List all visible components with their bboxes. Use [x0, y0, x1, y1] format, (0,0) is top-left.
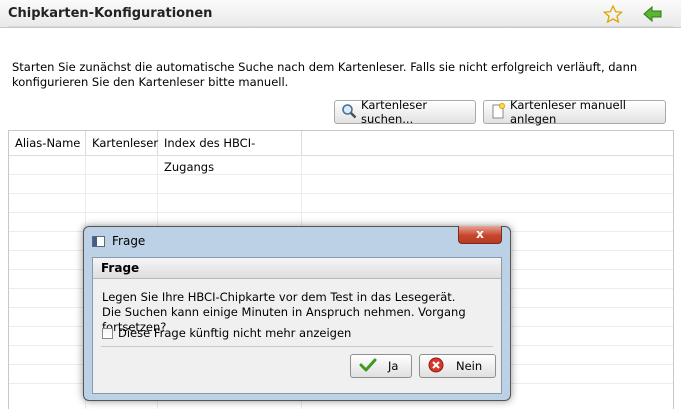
header-divider	[8, 26, 673, 27]
dialog-message-line1: Legen Sie Ihre HBCI-Chipkarte vor dem Te…	[102, 290, 456, 304]
back-arrow-icon[interactable]	[642, 4, 664, 24]
dialog-body: Frage Legen Sie Ihre HBCI-Chipkarte vor …	[92, 257, 502, 394]
table-header: Alias-Name Kartenleser Index des HBCI-Zu…	[9, 131, 673, 174]
table-row	[9, 193, 673, 194]
no-label: Nein	[456, 359, 483, 373]
manual-reader-label: Kartenleser manuell anlegen	[510, 98, 626, 126]
star-icon[interactable]	[602, 4, 624, 24]
intro-text: Starten Sie zunächst die automatische Su…	[12, 60, 638, 89]
close-button[interactable]: x	[458, 226, 502, 244]
yes-label: Ja	[388, 359, 399, 373]
close-icon: x	[476, 227, 484, 241]
page-title: Chipkarten-Konfigurationen	[8, 6, 213, 21]
table-row	[9, 174, 673, 175]
dialog-titlebar[interactable]: Frage x	[84, 226, 510, 255]
checkmark-icon	[359, 358, 377, 375]
dialog-window-title: Frage	[112, 234, 146, 248]
yes-button[interactable]: Ja	[350, 354, 412, 378]
column-alias-name[interactable]: Alias-Name	[9, 131, 86, 155]
new-document-icon	[490, 102, 506, 122]
dialog-divider	[101, 346, 493, 347]
cancel-icon	[428, 357, 444, 376]
question-dialog: Frage x Frage Legen Sie Ihre HBCI-Chipka…	[83, 226, 511, 401]
checkbox-label: Diese Frage künftig nicht mehr anzeigen	[118, 326, 352, 340]
column-kartenleser[interactable]: Kartenleser	[86, 131, 158, 155]
no-button[interactable]: Nein	[419, 354, 496, 378]
table-row	[9, 212, 673, 213]
view-header: Chipkarten-Konfigurationen	[0, 0, 681, 28]
column-hbci-index[interactable]: Index des HBCI-Zugangs	[158, 131, 302, 174]
dialog-heading: Frage	[93, 258, 501, 279]
window-icon	[92, 236, 105, 247]
search-reader-button[interactable]: Kartenleser suchen...	[334, 98, 476, 126]
checkbox-box[interactable]	[102, 327, 113, 339]
dont-ask-again-checkbox[interactable]: Diese Frage künftig nicht mehr anzeigen	[102, 326, 351, 340]
manual-reader-button[interactable]: Kartenleser manuell anlegen	[483, 98, 666, 126]
search-reader-label: Kartenleser suchen...	[361, 98, 428, 126]
magnifier-icon	[341, 103, 357, 122]
